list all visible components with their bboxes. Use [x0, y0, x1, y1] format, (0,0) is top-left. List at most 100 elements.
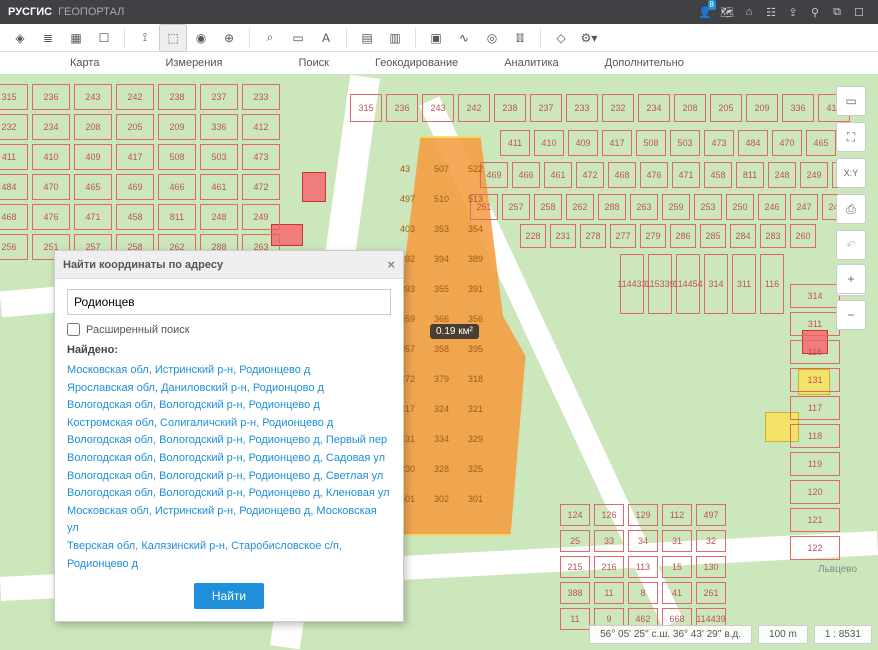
parcel: 248	[768, 162, 796, 188]
parcel: 118	[790, 424, 840, 448]
scalebar-box: 100 m	[758, 625, 808, 644]
ruler-btn[interactable]: ⟟	[131, 24, 159, 52]
parcel: 314	[704, 254, 728, 314]
device-icon[interactable]: ☐	[848, 1, 870, 23]
address-input[interactable]	[67, 289, 391, 315]
menu-measure[interactable]: Измерения	[115, 57, 238, 69]
menu-geocode[interactable]: Геокодирование	[345, 57, 474, 69]
parcel: 242	[458, 94, 490, 122]
fullextent-btn[interactable]: ⛶	[836, 122, 866, 152]
result-link[interactable]: Вологодская обл, Вологодский р-н, Родион…	[67, 468, 391, 486]
copy-icon[interactable]: ⧉	[826, 1, 848, 23]
parcel: 288	[598, 194, 626, 220]
chart-btn[interactable]: ⫾⫾	[506, 24, 534, 52]
coords-box: 56° 05' 25'' с.ш. 36° 43' 29'' в.д.	[589, 625, 752, 644]
parcel: 114454	[676, 254, 700, 314]
result-link[interactable]: Вологодская обл, Вологодский р-н, Родион…	[67, 450, 391, 468]
parcel: 236	[386, 94, 418, 122]
search-text-btn[interactable]: A	[312, 24, 340, 52]
parcel-number: 522	[468, 164, 483, 174]
result-link[interactable]: Вологодская обл, Вологодский р-н, Родион…	[67, 432, 391, 450]
geocode-btn[interactable]: ▤	[353, 24, 381, 52]
parcel: 508	[636, 130, 666, 156]
zoom-out-btn[interactable]: −	[836, 300, 866, 330]
parcel: 232	[0, 114, 28, 140]
xy-btn[interactable]: X:Y	[836, 158, 866, 188]
notif-badge: 8	[708, 0, 716, 10]
geocode2-btn[interactable]: ▥	[381, 24, 409, 52]
menu-map[interactable]: Карта	[0, 57, 115, 69]
result-link[interactable]: Вологодская обл, Вологодский р-н, Родион…	[67, 485, 391, 503]
parcel: 119	[790, 452, 840, 476]
menu-bar: Карта Измерения Поиск Геокодирование Ана…	[0, 52, 878, 74]
parcel: 253	[694, 194, 722, 220]
share-icon[interactable]: ⇪	[782, 1, 804, 23]
result-link[interactable]: Вологодская обл, Вологодский р-н, Родион…	[67, 397, 391, 415]
an1-btn[interactable]: ▣	[422, 24, 450, 52]
parcel: 121	[790, 508, 840, 532]
parcel: 469	[116, 174, 154, 200]
user-icon[interactable]: 👤8	[694, 1, 716, 23]
parcel: 216	[594, 556, 624, 578]
parcel: 286	[670, 224, 696, 248]
geocode-panel: Найти координаты по адресу × Расширенный…	[54, 250, 404, 622]
parcel: 278	[580, 224, 606, 248]
extra1-btn[interactable]: ◇	[547, 24, 575, 52]
zoom-tools: + −	[836, 264, 866, 336]
parcel-number: 510	[434, 194, 449, 204]
parcel-number: 394	[434, 254, 449, 264]
zoom-in-btn[interactable]: +	[836, 264, 866, 294]
home-icon[interactable]: ⌂	[738, 1, 760, 23]
result-link[interactable]: Костромская обл, Солигаличский р-н, Роди…	[67, 415, 391, 433]
parcel: 469	[480, 162, 508, 188]
search-rect-btn[interactable]: ▭	[284, 24, 312, 52]
extra2-btn[interactable]: ⚙▾	[575, 24, 603, 52]
parcel-number: 324	[434, 404, 449, 414]
parcel: 411	[500, 130, 530, 156]
parcel: 112	[662, 504, 692, 526]
panel-header[interactable]: Найти координаты по адресу ×	[55, 251, 403, 279]
advanced-label: Расширенный поиск	[86, 324, 190, 336]
parcel: 315	[0, 84, 28, 110]
parcel-number: 302	[434, 494, 449, 504]
parcel: 484	[0, 174, 28, 200]
parcel: 257	[502, 194, 530, 220]
undo-btn: ↶	[836, 230, 866, 260]
an2-btn[interactable]: ∿	[450, 24, 478, 52]
parcel: 417	[602, 130, 632, 156]
parcel: 472	[242, 174, 280, 200]
result-link[interactable]: Ярославская обл, Даниловский р-н, Родион…	[67, 380, 391, 398]
target-btn[interactable]: ⊕	[215, 24, 243, 52]
attach-icon[interactable]: ⚲	[804, 1, 826, 23]
menu-extra[interactable]: Дополнительно	[575, 57, 700, 69]
parcel: 465	[74, 174, 112, 200]
list-btn[interactable]: ≣	[34, 24, 62, 52]
parcel: 234	[32, 114, 70, 140]
parcel: 246	[758, 194, 786, 220]
an3-btn[interactable]: ◎	[478, 24, 506, 52]
advanced-checkbox[interactable]	[67, 323, 80, 336]
advanced-search-toggle[interactable]: Расширенный поиск	[67, 323, 391, 336]
parcel: 311	[790, 312, 840, 336]
search-point-btn[interactable]: ⌕	[256, 24, 284, 52]
parcel: 277	[610, 224, 636, 248]
find-button[interactable]: Найти	[194, 583, 264, 609]
parcel: 468	[608, 162, 636, 188]
result-link[interactable]: Московская обл, Истринский р-н, Родионце…	[67, 503, 391, 538]
catalog-btn[interactable]: ☐	[90, 24, 118, 52]
menu-search[interactable]: Поиск	[238, 57, 344, 69]
circle-btn[interactable]: ◉	[187, 24, 215, 52]
parcel: 237	[530, 94, 562, 122]
menu-analytics[interactable]: Аналитика	[474, 57, 574, 69]
identify-btn[interactable]: ▭	[836, 86, 866, 116]
close-icon[interactable]: ×	[387, 257, 395, 272]
parcel-number: 353	[434, 224, 449, 234]
area-btn[interactable]: ⬚	[159, 24, 187, 52]
print-btn[interactable]: ⎙	[836, 194, 866, 224]
map-icon[interactable]: 🗺	[716, 1, 738, 23]
grid-btn[interactable]: ▦	[62, 24, 90, 52]
db-icon[interactable]: ☷	[760, 1, 782, 23]
result-link[interactable]: Тверская обл, Калязинский р-н, Старобисл…	[67, 538, 391, 573]
result-link[interactable]: Московская обл, Истринский р-н, Родионце…	[67, 362, 391, 380]
layers-btn[interactable]: ◈	[6, 24, 34, 52]
